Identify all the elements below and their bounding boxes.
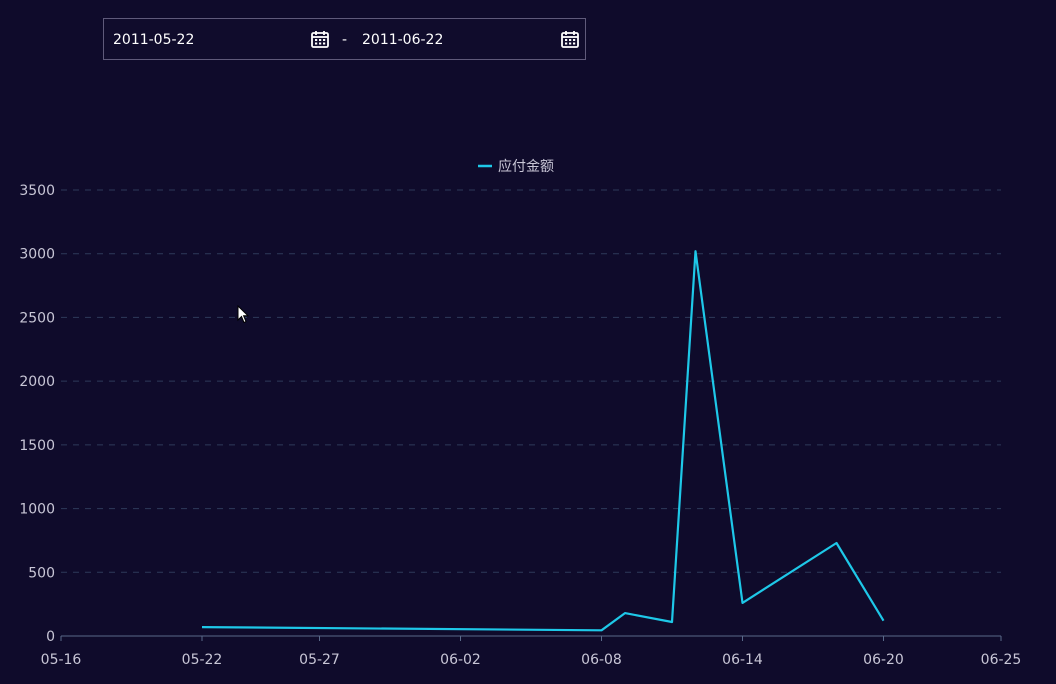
line-chart: 0 500 1000 1500 2000 2500 3000 3500 05-16 05-22 05… — [19, 158, 1021, 668]
x-tick-label: 06-20 — [863, 652, 904, 668]
grid-lines — [61, 189, 1001, 573]
x-tick-label: 06-25 — [981, 652, 1022, 668]
x-tick-label: 05-27 — [299, 652, 340, 668]
y-tick-label: 3000 — [19, 247, 55, 263]
x-tick-label: 06-14 — [722, 652, 763, 668]
x-tick-label: 06-02 — [440, 652, 481, 668]
series-layer — [201, 250, 885, 632]
axes: 0 500 1000 1500 2000 2500 3000 3500 05-16 05-22 05… — [19, 183, 1021, 668]
y-tick-label: 3500 — [19, 183, 55, 199]
y-tick-label: 2500 — [19, 310, 55, 326]
x-tick-label: 05-22 — [182, 652, 223, 668]
legend[interactable]: 应付金额 — [478, 158, 554, 175]
y-tick-label: 2000 — [19, 374, 55, 390]
y-tick-label: 0 — [46, 629, 55, 645]
x-tick-label: 06-08 — [581, 652, 622, 668]
mouse-cursor-icon — [237, 304, 250, 328]
chart-page: 2011-05-22 - 2011-06-22 0 500 1000 1500 … — [0, 0, 1056, 684]
y-tick-label: 1500 — [19, 438, 55, 454]
x-tick-label: 05-16 — [41, 652, 82, 668]
y-tick-label: 500 — [28, 565, 55, 581]
series-line[interactable] — [201, 250, 885, 632]
legend-label[interactable]: 应付金额 — [498, 158, 554, 175]
y-tick-label: 1000 — [19, 502, 55, 518]
